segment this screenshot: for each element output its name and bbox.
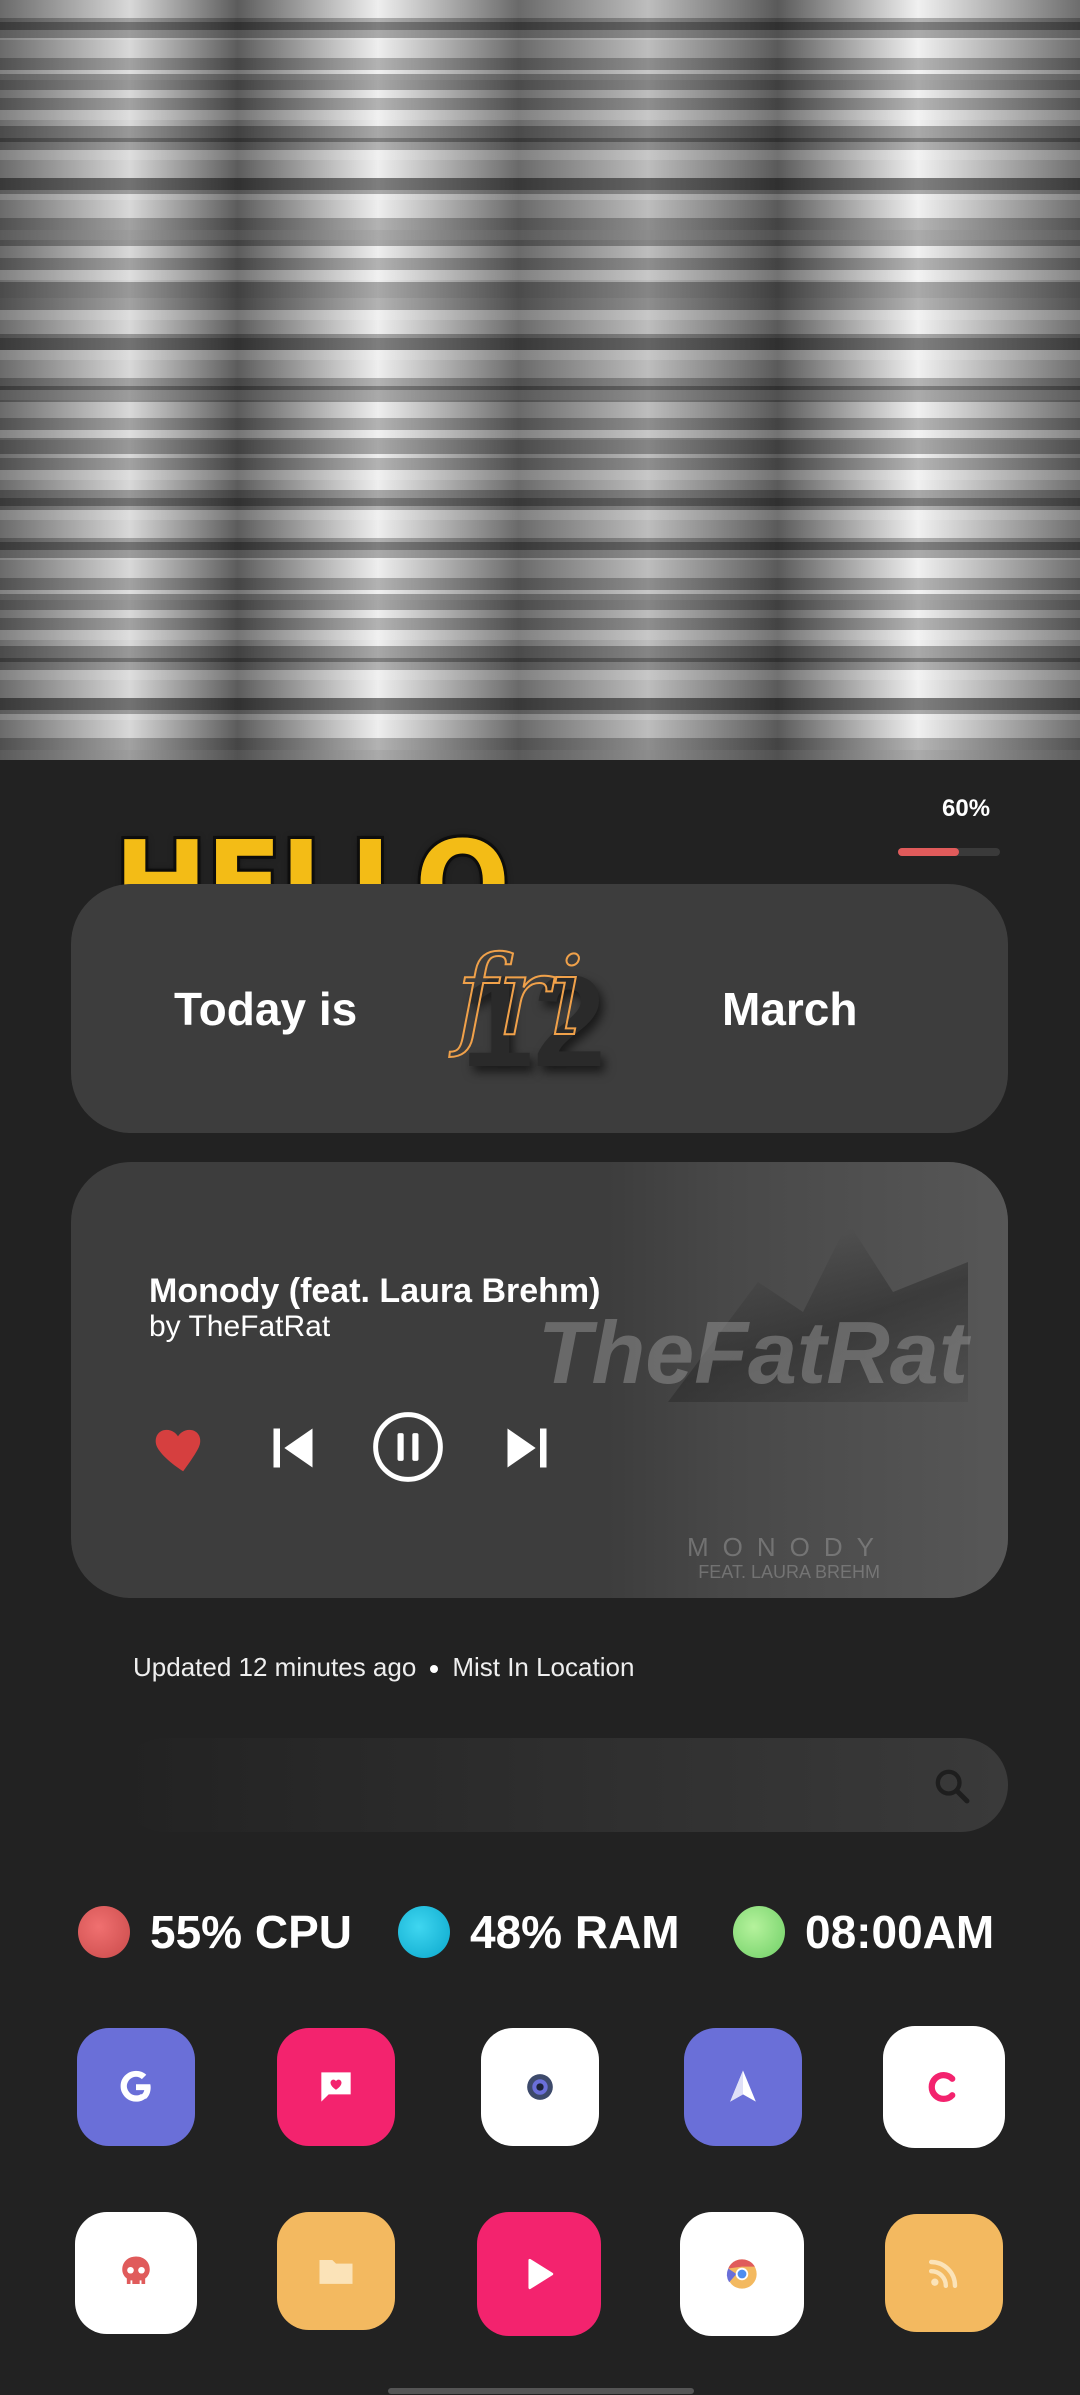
c-app[interactable]	[883, 2026, 1005, 2148]
today-is-label: Today is	[174, 983, 358, 1035]
camera-icon	[527, 2074, 553, 2100]
music-widget[interactable]: TheFatRat MONODY FEAT. LAURA BREHM Monod…	[71, 1162, 1008, 1598]
chrome-app[interactable]	[680, 2212, 804, 2336]
chrome-icon	[726, 2259, 757, 2289]
search-icon[interactable]	[932, 1766, 972, 1806]
skull-icon	[122, 2256, 150, 2284]
folder-icon	[319, 2260, 353, 2284]
ram-indicator	[398, 1906, 450, 1958]
send-app[interactable]	[684, 2028, 802, 2146]
play-app[interactable]	[477, 2212, 601, 2336]
play-icon	[528, 2258, 554, 2290]
chat-heart-icon	[321, 2072, 351, 2102]
paper-plane-icon	[730, 2070, 756, 2102]
weather-condition: Mist In Location	[452, 1652, 635, 1682]
cpu-indicator	[78, 1906, 130, 1958]
album-subtitle: FEAT. LAURA BREHM	[698, 1562, 880, 1582]
date-card[interactable]: Today is 12 fri March	[71, 884, 1008, 1133]
weather-line: Updated 12 minutes ago Mist In Location	[133, 1652, 634, 1683]
song-artist: by TheFatRat	[149, 1310, 331, 1343]
cpu-label: 55% CPU	[150, 1906, 352, 1958]
album-art: TheFatRat MONODY FEAT. LAURA BREHM	[538, 1162, 1008, 1598]
messages-app[interactable]	[277, 2028, 395, 2146]
cpu-stat: 55% CPU	[78, 1900, 352, 1964]
files-app[interactable]	[277, 2212, 395, 2330]
skip-previous-icon[interactable]	[267, 1422, 319, 1474]
battery-bar	[898, 848, 1000, 856]
clock-indicator	[733, 1906, 785, 1958]
clock-stat: 08:00AM	[733, 1900, 994, 1964]
c-icon	[928, 2072, 956, 2102]
g-icon	[120, 2070, 151, 2102]
weekday: fri	[455, 931, 585, 1061]
album-title: MONODY	[687, 1532, 888, 1562]
camera-app[interactable]	[481, 2028, 599, 2146]
separator-dot	[430, 1665, 439, 1674]
ram-label: 48% RAM	[470, 1906, 680, 1958]
heart-icon[interactable]	[147, 1417, 209, 1479]
pause-icon[interactable]	[371, 1410, 445, 1484]
google-app[interactable]	[77, 2028, 195, 2146]
album-brand: TheFatRat	[537, 1303, 968, 1402]
home-indicator[interactable]	[388, 2388, 694, 2394]
clock-label: 08:00AM	[805, 1906, 995, 1958]
battery-percentage: 60%	[942, 795, 991, 822]
skull-app[interactable]	[75, 2212, 197, 2334]
feed-app[interactable]	[885, 2214, 1003, 2332]
ram-stat: 48% RAM	[398, 1900, 680, 1964]
battery-bar-fill	[898, 848, 960, 856]
song-title: Monody (feat. Laura Brehm)	[149, 1272, 601, 1310]
wallpaper	[0, 0, 1080, 760]
weather-updated: Updated 12 minutes ago	[133, 1652, 417, 1682]
month-label: March	[722, 983, 858, 1035]
search-bar[interactable]	[118, 1738, 1008, 1832]
rss-icon	[928, 2259, 958, 2289]
skip-next-icon[interactable]	[501, 1422, 553, 1474]
